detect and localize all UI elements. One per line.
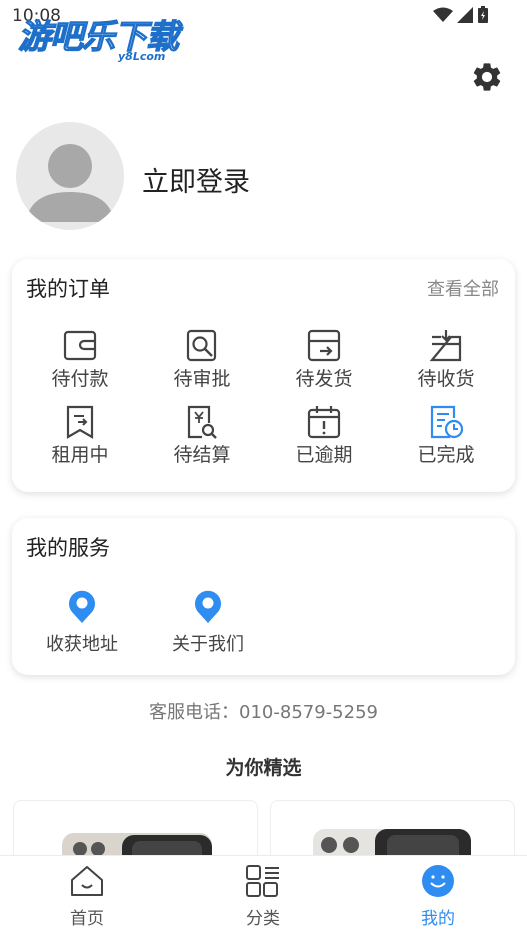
bookmark-icon xyxy=(66,405,94,439)
bottom-tab-bar: 首页 分类 我的 xyxy=(0,855,527,937)
orders-card: 我的订单 查看全部 待付款 待审批 待发货 待收货 租用中 待结算 已逾期 已完… xyxy=(12,259,515,492)
orders-title: 我的订单 xyxy=(26,277,110,301)
service-about-us[interactable]: 关于我们 xyxy=(153,590,263,656)
product-image xyxy=(313,829,471,859)
order-label: 待审批 xyxy=(173,368,231,390)
order-label: 待发货 xyxy=(295,368,353,390)
login-link[interactable]: 立即登录 xyxy=(142,160,250,199)
calendar-alert-icon xyxy=(307,406,341,439)
avatar[interactable] xyxy=(16,122,124,230)
wifi-icon xyxy=(433,7,453,22)
service-address[interactable]: 收获地址 xyxy=(27,590,137,656)
recommend-title: 为你精选 xyxy=(225,757,302,779)
order-pending-approval[interactable]: 待审批 xyxy=(142,329,262,391)
order-label: 已完成 xyxy=(417,444,475,466)
invoice-search-icon xyxy=(187,405,217,439)
tab-label: 分类 xyxy=(246,909,280,929)
smiley-icon xyxy=(422,865,454,897)
ship-icon xyxy=(307,329,341,362)
services-title: 我的服务 xyxy=(26,536,110,560)
view-all-orders-link[interactable]: 查看全部 xyxy=(427,275,499,301)
wallet-icon xyxy=(63,330,97,361)
gear-icon[interactable] xyxy=(470,60,504,94)
battery-icon xyxy=(478,6,488,23)
order-overdue[interactable]: 已逾期 xyxy=(264,405,384,467)
order-pending-shipment[interactable]: 待发货 xyxy=(264,329,384,391)
review-icon xyxy=(186,329,217,362)
order-label: 待收货 xyxy=(417,368,475,390)
order-pending-payment[interactable]: 待付款 xyxy=(20,329,140,391)
home-icon xyxy=(71,866,103,896)
service-label: 收获地址 xyxy=(46,634,118,655)
order-completed[interactable]: 已完成 xyxy=(386,405,506,467)
order-label: 待付款 xyxy=(51,368,109,390)
tab-label: 我的 xyxy=(421,909,455,929)
location-pin-icon xyxy=(195,590,221,623)
product-image xyxy=(62,833,212,859)
watermark-sub: y8Lcom xyxy=(118,50,166,63)
default-user-icon xyxy=(26,144,114,222)
system-icons xyxy=(433,6,489,24)
tab-category[interactable]: 分类 xyxy=(218,864,308,929)
product-card[interactable] xyxy=(270,800,515,860)
product-card[interactable] xyxy=(13,800,258,860)
order-label: 已逾期 xyxy=(295,444,353,466)
customer-service-hotline[interactable]: 客服电话：010-8579-5259 xyxy=(0,698,527,724)
order-label: 租用中 xyxy=(51,444,109,466)
signal-icon xyxy=(457,7,473,23)
category-grid-icon xyxy=(246,865,279,897)
service-label: 关于我们 xyxy=(172,634,244,655)
document-clock-icon xyxy=(430,405,464,439)
watermark-logo: 游吧乐下载 xyxy=(17,17,179,56)
tab-home[interactable]: 首页 xyxy=(42,864,132,929)
tab-label: 首页 xyxy=(70,909,104,929)
order-pending-receipt[interactable]: 待收货 xyxy=(386,329,506,391)
services-card: 我的服务 收获地址 关于我们 xyxy=(12,518,515,675)
order-pending-settlement[interactable]: 待结算 xyxy=(142,405,262,467)
receive-box-icon xyxy=(429,330,462,362)
order-label: 待结算 xyxy=(173,444,231,466)
profile-header[interactable]: 立即登录 xyxy=(16,122,416,232)
location-pin-icon xyxy=(69,590,95,623)
order-renting[interactable]: 租用中 xyxy=(20,405,140,467)
tab-mine[interactable]: 我的 xyxy=(393,864,483,929)
